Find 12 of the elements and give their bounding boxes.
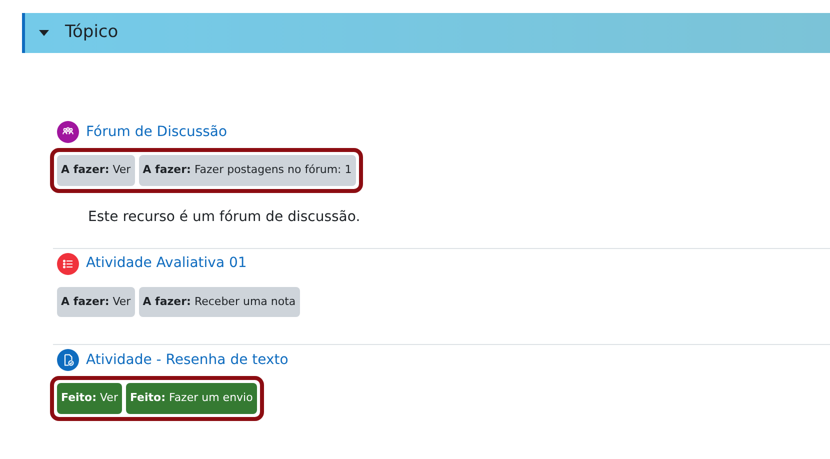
caret-icon[interactable] <box>39 30 49 36</box>
activity-link[interactable]: Fórum de Discussão <box>86 122 228 142</box>
completion-label: Feito: Ver <box>57 383 122 414</box>
completion-label: A fazer: Ver <box>57 286 135 317</box>
completion-label: A fazer: Ver <box>57 155 135 186</box>
completion-label: Feito: Fazer um envio <box>126 383 257 414</box>
activity-link[interactable]: Atividade - Resenha de texto <box>86 350 288 370</box>
completion-label: A fazer: Fazer postagens no fórum: 1 <box>138 155 356 186</box>
activity-description: Este recurso é um fórum de discussão. <box>88 208 362 226</box>
activity-link[interactable]: Atividade Avaliativa 01 <box>86 253 247 274</box>
completion-label: A fazer: Receber uma nota <box>138 286 300 317</box>
section-title[interactable]: Tópico <box>65 20 118 46</box>
